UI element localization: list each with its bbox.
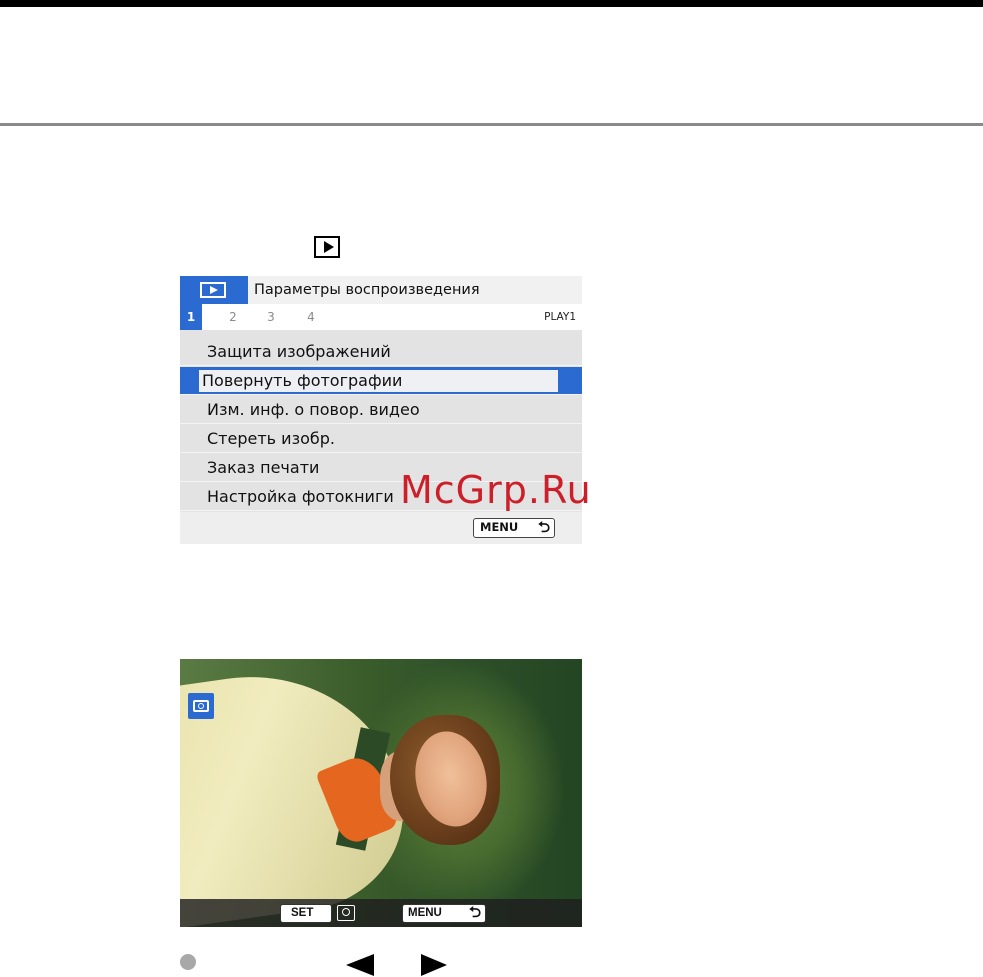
menu-return-button[interactable]: MENU ⮌	[473, 518, 555, 538]
menu-item-change-movie-rotation[interactable]: Изм. инф. о повор. видео	[180, 396, 582, 424]
menu-item-label: Защита изображений	[207, 342, 391, 361]
camera-rotate-glyph	[193, 700, 209, 712]
menu-item-label: Заказ печати	[207, 458, 320, 477]
arrow-left-icon	[346, 954, 374, 976]
menu-return-button[interactable]: MENU ⮌	[402, 904, 486, 923]
return-icon: ⮌	[468, 904, 481, 921]
rotate-action-icon	[337, 905, 355, 921]
tab-4[interactable]: 4	[302, 304, 320, 330]
return-icon: ⮌	[537, 518, 550, 536]
watermark: McGrp.Ru	[400, 468, 592, 512]
menu-footer: MENU ⮌	[180, 512, 582, 544]
photo-control-bar: SET MENU ⮌	[180, 899, 582, 927]
set-button[interactable]: SET	[280, 904, 332, 923]
menu-item-label: Стереть изобр.	[207, 429, 335, 448]
bullet-icon	[180, 954, 196, 970]
arrow-right-icon	[421, 954, 447, 976]
menu-item-protect-images[interactable]: Защита изображений	[180, 338, 582, 366]
page-label: PLAY1	[544, 311, 576, 323]
section-divider	[0, 123, 983, 126]
menu-item-erase-images[interactable]: Стереть изобр.	[180, 425, 582, 453]
menu-item-label: Настройка фотокниги	[207, 487, 394, 506]
menu-item-label: Изм. инф. о повор. видео	[207, 400, 420, 419]
playback-icon	[200, 282, 226, 298]
menu-item-rotate-photos[interactable]: Повернуть фотографии	[180, 367, 582, 395]
menu-button-label: MENU	[480, 520, 519, 534]
tab-1[interactable]: 1	[180, 304, 202, 330]
rotate-icon	[188, 693, 214, 719]
tab-row: 1 2 3 4 PLAY1	[180, 304, 582, 330]
top-bar	[0, 0, 983, 7]
photo-screen: SET MENU ⮌	[180, 659, 582, 927]
menu-button-label: MENU	[408, 907, 442, 919]
tab-2[interactable]: 2	[224, 304, 242, 330]
set-button-label: SET	[291, 907, 314, 919]
menu-item-label: Повернуть фотографии	[199, 370, 558, 392]
menu-title: Параметры воспроизведения	[254, 282, 480, 298]
tab-3[interactable]: 3	[262, 304, 280, 330]
playback-icon	[314, 236, 340, 258]
menu-tab-icon-box[interactable]	[180, 276, 248, 304]
menu-header: Параметры воспроизведения	[180, 276, 582, 304]
